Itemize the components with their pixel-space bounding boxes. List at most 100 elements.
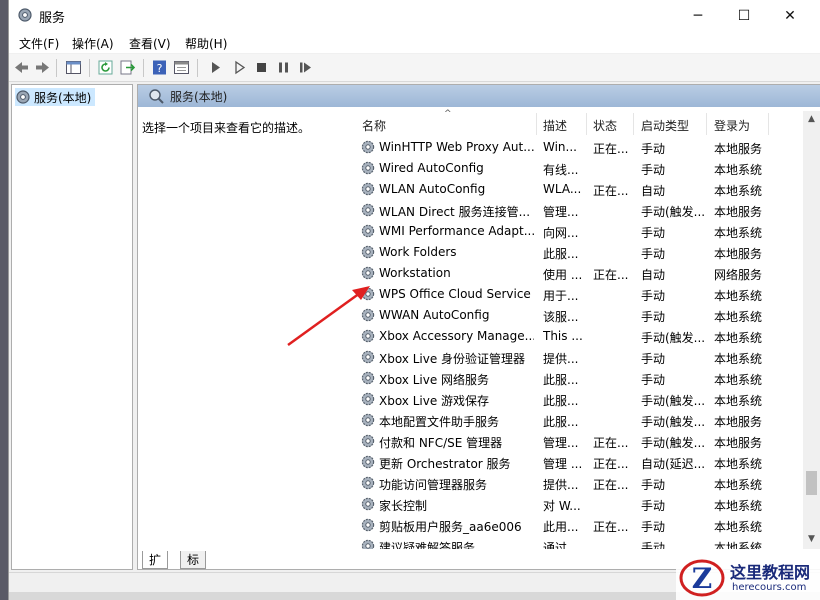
service-log-on-as: 本地服务 — [714, 415, 763, 429]
table-row[interactable]: WLAN Direct 服务连接管... 管理... 手动(触发... 本地服务 — [348, 200, 808, 221]
service-startup-type: 手动 — [641, 142, 666, 156]
menu-file[interactable]: 文件(F) — [19, 35, 59, 52]
stop-icon[interactable] — [253, 59, 270, 76]
pause-icon[interactable] — [275, 59, 292, 76]
service-name: 付款和 NFC/SE 管理器 — [379, 436, 503, 450]
service-log-on-as: 本地系统 — [714, 310, 763, 324]
column-description[interactable]: 描述 — [543, 117, 567, 134]
resume-icon[interactable] — [297, 59, 314, 76]
z-logo-icon: Z — [679, 559, 725, 597]
column-startup-type[interactable]: 启动类型 — [641, 117, 689, 134]
table-row[interactable]: 本地配置文件助手服务 此服... 手动(触发... 本地服务 — [348, 410, 808, 431]
maximize-button[interactable]: ☐ — [721, 0, 767, 31]
watermark-url: herecours.com — [732, 582, 807, 593]
service-name: WWAN AutoConfig — [379, 308, 490, 322]
service-status: 正在... — [593, 436, 629, 450]
scroll-down-icon[interactable]: ▼ — [803, 531, 820, 548]
table-row[interactable]: Xbox Live 游戏保存 此服... 手动(触发... 本地系统 — [348, 389, 808, 410]
service-name: WLAN Direct 服务连接管... — [379, 205, 531, 219]
services-window: 服务 ─ ☐ ✕ 文件(F) 操作(A) 查看(V) 帮助(H) ? 服务(本地… — [8, 0, 820, 600]
start-alt-icon[interactable] — [231, 59, 248, 76]
service-gear-icon — [361, 161, 375, 175]
service-startup-type: 手动 — [641, 226, 666, 240]
service-startup-type: 手动 — [641, 163, 666, 177]
service-gear-icon — [361, 350, 375, 364]
table-row[interactable]: 付款和 NFC/SE 管理器 管理... 正在... 手动(触发... 本地服务 — [348, 431, 808, 452]
tree-item-label: 服务(本地) — [34, 90, 92, 105]
service-description: 对 W... — [543, 499, 581, 513]
column-log-on-as[interactable]: 登录为 — [714, 117, 750, 134]
menu-action[interactable]: 操作(A) — [72, 35, 114, 52]
table-row[interactable]: WMI Performance Adapt... 向网... 手动 本地系统 — [348, 221, 808, 242]
back-icon[interactable] — [13, 59, 30, 76]
tab-extended[interactable]: 扩展 — [142, 551, 169, 569]
service-startup-type: 手动 — [641, 247, 666, 261]
service-gear-icon — [361, 140, 375, 154]
table-row[interactable]: Xbox Live 网络服务 此服... 手动 本地系统 — [348, 368, 808, 389]
table-row[interactable]: WLAN AutoConfig WLA... 正在... 自动 本地系统 — [348, 179, 808, 200]
tree-item-local-services[interactable]: 服务(本地) — [15, 88, 96, 106]
tab-standard[interactable]: 标准 — [180, 551, 207, 569]
table-row[interactable]: 剪贴板用户服务_aa6e006 此用... 正在... 手动 本地系统 — [348, 515, 808, 536]
menu-help[interactable]: 帮助(H) — [185, 35, 227, 52]
console-tree: 服务(本地) — [11, 84, 133, 570]
service-name: WLAN AutoConfig — [379, 182, 486, 196]
service-status: 正在... — [593, 478, 629, 492]
column-divider[interactable] — [586, 113, 587, 135]
column-header: ^ 名称 描述 状态 启动类型 登录为 — [348, 107, 808, 135]
forward-icon[interactable] — [34, 59, 51, 76]
column-name[interactable]: 名称 — [362, 117, 386, 134]
table-row[interactable]: 建议疑难解答服务 通过... 手动 本地系统 — [348, 536, 808, 549]
table-row[interactable]: Work Folders 此服... 手动 本地服务 — [348, 242, 808, 263]
service-startup-type: 手动 — [641, 289, 666, 303]
service-log-on-as: 本地系统 — [714, 541, 763, 549]
vertical-scrollbar[interactable]: ▲ ▼ — [803, 111, 820, 549]
close-button[interactable]: ✕ — [767, 0, 813, 31]
column-divider[interactable] — [768, 113, 769, 135]
service-log-on-as: 本地服务 — [714, 142, 763, 156]
menu-view[interactable]: 查看(V) — [129, 35, 171, 52]
service-description: Win... — [543, 140, 577, 154]
refresh-icon[interactable] — [97, 59, 114, 76]
table-row[interactable]: 家长控制 对 W... 手动 本地系统 — [348, 494, 808, 515]
column-divider[interactable] — [633, 113, 634, 135]
start-icon[interactable] — [207, 59, 224, 76]
column-divider[interactable] — [536, 113, 537, 135]
service-status: 正在... — [593, 184, 629, 198]
properties-icon[interactable] — [173, 59, 190, 76]
service-startup-type: 手动 — [641, 310, 666, 324]
service-log-on-as: 本地系统 — [714, 499, 763, 513]
service-name: Xbox Live 身份验证管理器 — [379, 352, 526, 366]
service-description: 该服... — [543, 310, 579, 324]
scroll-up-icon[interactable]: ▲ — [803, 111, 820, 128]
table-row[interactable]: Xbox Live 身份验证管理器 提供... 手动 本地系统 — [348, 347, 808, 368]
title-bar[interactable]: 服务 ─ ☐ ✕ — [9, 0, 820, 31]
service-gear-icon — [361, 455, 375, 469]
column-divider[interactable] — [706, 113, 707, 135]
table-row[interactable]: WWAN AutoConfig 该服... 手动 本地系统 — [348, 305, 808, 326]
service-description: WLA... — [543, 182, 582, 196]
service-log-on-as: 本地系统 — [714, 520, 763, 534]
column-status[interactable]: 状态 — [593, 117, 617, 134]
show-tree-icon[interactable] — [65, 59, 82, 76]
service-description: 提供... — [543, 352, 579, 366]
minimize-button[interactable]: ─ — [675, 0, 721, 31]
service-description: 管理... — [543, 205, 579, 219]
scroll-thumb[interactable] — [806, 471, 817, 495]
table-row[interactable]: Workstation 使用 ... 正在... 自动 网络服务 — [348, 263, 808, 284]
table-row[interactable]: Xbox Accessory Manage... This ... 手动(触发...… — [348, 326, 808, 347]
toolbar: ? — [9, 54, 820, 82]
help-icon[interactable]: ? — [151, 59, 168, 76]
table-row[interactable]: WPS Office Cloud Service 用于... 手动 本地系统 — [348, 284, 808, 305]
service-name: WPS Office Cloud Service — [379, 287, 531, 301]
service-status: 正在... — [593, 142, 629, 156]
table-row[interactable]: 更新 Orchestrator 服务 管理 ... 正在... 自动(延迟... 本地系… — [348, 452, 808, 473]
export-icon[interactable] — [119, 59, 136, 76]
toolbar-separator — [89, 59, 90, 77]
table-row[interactable]: WinHTTP Web Proxy Aut... Win... 正在... 手动 本地服… — [348, 137, 808, 158]
table-row[interactable]: Wired AutoConfig 有线... 手动 本地系统 — [348, 158, 808, 179]
service-log-on-as: 本地服务 — [714, 436, 763, 450]
service-description: 此服... — [543, 415, 579, 429]
table-row[interactable]: 功能访问管理器服务 提供... 正在... 手动 本地系统 — [348, 473, 808, 494]
service-log-on-as: 本地系统 — [714, 457, 763, 471]
